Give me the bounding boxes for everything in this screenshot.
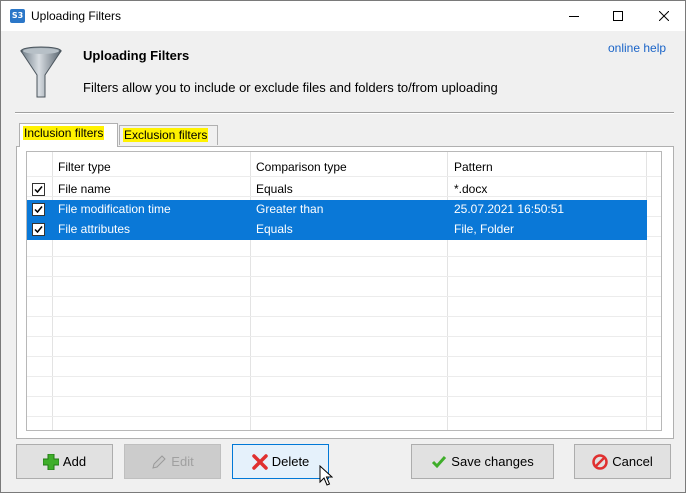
online-help-link[interactable]: online help: [608, 41, 666, 55]
cancel-button[interactable]: Cancel: [574, 444, 671, 479]
delete-button-label: Delete: [271, 454, 310, 469]
mouse-cursor-icon: [319, 465, 333, 486]
table-row[interactable]: File name Equals *.docx: [27, 180, 647, 200]
minimize-button[interactable]: [551, 1, 597, 31]
grid-row-divider: [27, 256, 661, 257]
close-icon: [659, 11, 669, 21]
pencil-icon: [152, 454, 167, 469]
column-header-pattern[interactable]: Pattern: [454, 160, 493, 174]
column-header-comparison-type[interactable]: Comparison type: [256, 160, 347, 174]
column-header-filter-type[interactable]: Filter type: [58, 160, 111, 174]
save-changes-button-label: Save changes: [451, 454, 534, 469]
grid-row-divider: [27, 416, 661, 417]
uploading-filters-window: S3 Uploading Filters Uploading Filters F…: [0, 0, 686, 493]
add-button[interactable]: Add: [16, 444, 113, 479]
grid-row-divider: [27, 336, 661, 337]
row-checkbox[interactable]: [32, 223, 45, 236]
minimize-icon: [569, 16, 579, 17]
app-icon: S3: [10, 9, 25, 23]
checkmark-icon: [34, 206, 43, 214]
tab-inclusion-label: Inclusion filters: [23, 126, 105, 140]
tab-inclusion-filters[interactable]: Inclusion filters: [19, 123, 118, 147]
delete-x-icon: [251, 453, 268, 470]
cell-comparison-type: Greater than: [256, 202, 324, 216]
cancel-icon: [592, 453, 609, 470]
header-description: Filters allow you to include or exclude …: [83, 80, 498, 95]
cell-comparison-type: Equals: [256, 222, 293, 236]
row-checkbox[interactable]: [32, 183, 45, 196]
plus-icon: [42, 453, 59, 470]
tab-exclusion-label: Exclusion filters: [123, 128, 209, 142]
checkmark-icon: [432, 455, 447, 468]
tab-exclusion-filters[interactable]: Exclusion filters: [119, 125, 218, 145]
cell-filter-type: File modification time: [58, 202, 171, 216]
funnel-icon: [20, 46, 62, 98]
grid-row-divider: [27, 396, 661, 397]
table-row[interactable]: File attributes Equals File, Folder: [27, 220, 647, 240]
row-checkbox[interactable]: [32, 203, 45, 216]
grid-row-divider: [27, 276, 661, 277]
inclusion-filters-panel: Filter type Comparison type Pattern File…: [16, 146, 674, 439]
grid-row-divider: [27, 296, 661, 297]
checkmark-icon: [34, 186, 43, 194]
add-button-label: Add: [62, 454, 87, 469]
grid-row-divider: [27, 316, 661, 317]
filters-grid[interactable]: Filter type Comparison type Pattern File…: [26, 151, 662, 431]
grid-row-divider: [27, 176, 661, 177]
maximize-button[interactable]: [595, 1, 641, 31]
header-title: Uploading Filters: [83, 48, 190, 63]
edit-button-label: Edit: [171, 454, 194, 469]
cancel-button-label: Cancel: [612, 454, 653, 469]
close-button[interactable]: [641, 1, 686, 31]
window-title: Uploading Filters: [31, 9, 122, 23]
save-changes-button[interactable]: Save changes: [411, 444, 554, 479]
cell-pattern: File, Folder: [454, 222, 515, 236]
delete-button[interactable]: Delete: [232, 444, 329, 479]
grid-row-divider: [27, 356, 661, 357]
edit-button[interactable]: Edit: [124, 444, 221, 479]
cell-filter-type: File name: [58, 182, 111, 196]
title-bar[interactable]: S3 Uploading Filters: [1, 1, 685, 31]
cell-pattern: *.docx: [454, 182, 488, 196]
cell-pattern: 25.07.2021 16:50:51: [454, 202, 565, 216]
maximize-icon: [613, 11, 623, 21]
header-separator: [15, 112, 674, 114]
cell-filter-type: File attributes: [58, 222, 131, 236]
grid-row-divider: [27, 376, 661, 377]
checkmark-icon: [34, 226, 43, 234]
table-row[interactable]: File modification time Greater than 25.0…: [27, 200, 647, 220]
cell-comparison-type: Equals: [256, 182, 293, 196]
